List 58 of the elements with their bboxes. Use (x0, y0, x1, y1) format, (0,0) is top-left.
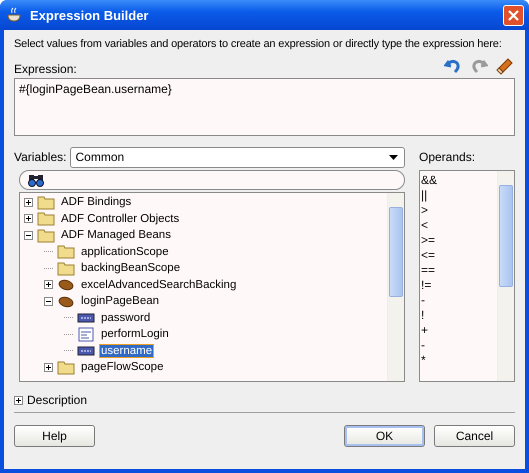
operand-item[interactable]: != (420, 278, 497, 293)
variables-label: Variables: (14, 150, 66, 164)
operand-item[interactable]: < (420, 218, 497, 233)
instruction-text: Select values from variables and operators to create an expression or directly type the expression here: (14, 38, 502, 52)
expand-toggle-icon[interactable] (14, 396, 23, 404)
operand-item[interactable]: * (420, 353, 497, 368)
folder-icon (37, 228, 55, 243)
scrollbar[interactable] (497, 171, 514, 381)
expression-field[interactable]: #{loginPageBean.username} (14, 78, 515, 136)
operand-item[interactable]: - (420, 293, 497, 308)
expand-toggle-icon[interactable] (24, 230, 33, 240)
expand-toggle-icon[interactable] (24, 198, 33, 207)
folder-icon (57, 360, 75, 375)
expand-toggle-icon[interactable] (24, 214, 33, 224)
window-title: Expression Builder (30, 8, 150, 22)
tree-item[interactable]: applicationScope (79, 244, 171, 259)
binoculars-icon (28, 173, 44, 187)
eraser-icon[interactable] (495, 56, 515, 76)
close-button[interactable] (503, 4, 524, 26)
tree-item[interactable]: password (99, 310, 152, 325)
tree-item[interactable]: loginPageBean (79, 294, 162, 308)
operand-item[interactable]: - (420, 338, 497, 353)
operands-label: Operands: (419, 149, 476, 166)
tree-item[interactable]: backingBeanScope (79, 261, 182, 276)
bean-icon (57, 277, 75, 292)
expand-toggle-icon[interactable] (44, 296, 53, 306)
tree-item[interactable]: pageFlowScope (79, 360, 166, 374)
operand-item[interactable]: > (420, 203, 497, 218)
expand-toggle-icon[interactable] (44, 280, 53, 290)
operand-item[interactable]: ! (420, 308, 497, 323)
close-icon (508, 10, 519, 20)
tree-item[interactable]: excelAdvancedSearchBacking (79, 278, 238, 292)
dialog-button[interactable]: Help (14, 425, 95, 447)
variables-dropdown[interactable]: Common (70, 146, 405, 168)
operand-item[interactable]: + (420, 323, 497, 338)
dialog-button[interactable]: Cancel (434, 425, 515, 447)
description-label: Description (27, 393, 88, 407)
scrollbar[interactable] (387, 193, 404, 381)
folder-icon (57, 244, 75, 260)
tree-item[interactable]: performLogin (99, 327, 171, 342)
operand-item[interactable]: && (420, 173, 497, 188)
operand-item[interactable]: || (420, 188, 497, 203)
dialog-button[interactable]: OK (344, 425, 425, 447)
expand-toggle-icon[interactable] (44, 362, 53, 372)
operand-item[interactable]: <= (420, 248, 497, 263)
operand-item[interactable]: == (420, 263, 497, 278)
folder-icon (37, 211, 55, 226)
tree-item[interactable]: username (99, 344, 154, 358)
folder-icon (37, 194, 55, 210)
folder-icon (57, 260, 75, 276)
tree-item[interactable]: ADF Bindings (59, 195, 134, 210)
expression-label: Expression: (14, 62, 77, 76)
dropdown-arrow-icon (389, 154, 398, 160)
operand-item[interactable]: >= (420, 233, 497, 248)
tree-item[interactable]: ADF Managed Beans (59, 228, 173, 242)
tree-item[interactable]: ADF Controller Objects (59, 212, 182, 226)
method-icon (77, 326, 95, 342)
search-field[interactable] (19, 170, 405, 190)
